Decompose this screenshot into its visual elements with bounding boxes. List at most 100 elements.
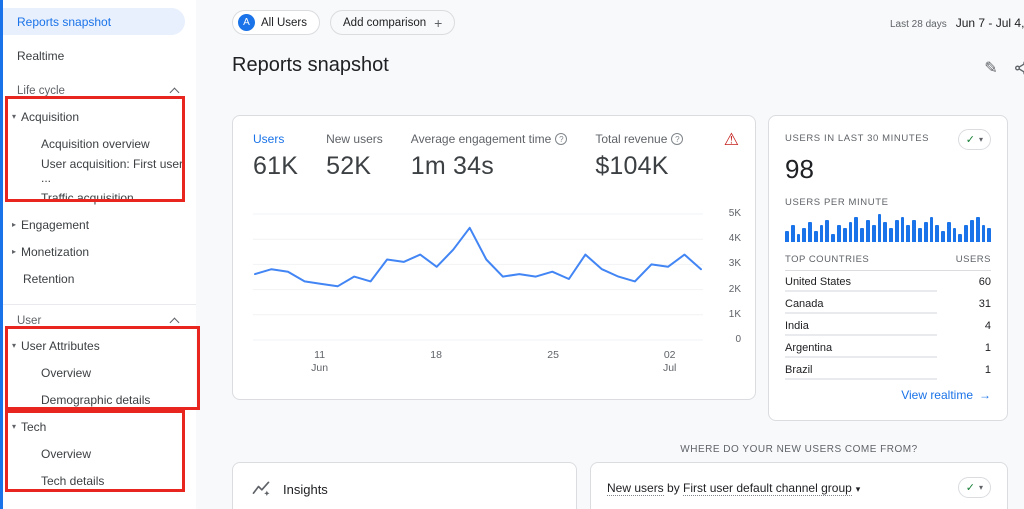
country-users: 60	[979, 276, 991, 288]
main-content: A All Users Add comparison + Last 28 day…	[196, 0, 1024, 509]
data-quality-warning-icon[interactable]: ⚠	[724, 130, 739, 150]
section-label: User	[17, 315, 41, 327]
report-dimension-selector: New users by First user default channel …	[607, 481, 860, 495]
insights-card[interactable]: Insights	[232, 462, 577, 509]
metric-tab-new-users[interactable]: New users 52K	[326, 132, 383, 181]
per-minute-bar	[878, 214, 882, 242]
sidebar-item-tech[interactable]: ▾ Tech	[3, 413, 196, 440]
sidebar-section-user[interactable]: User	[3, 304, 196, 332]
country-users: 4	[985, 320, 991, 332]
date-range-picker[interactable]: Last 28 days Jun 7 - Jul 4, 20	[890, 16, 1024, 30]
per-minute-bar	[814, 231, 818, 242]
sidebar-item-monetization[interactable]: ▸ Monetization	[3, 238, 196, 265]
sidebar-item-demographic-details[interactable]: Demographic details	[3, 386, 196, 413]
caret-down-icon: ▾	[979, 135, 983, 144]
country-name: India	[785, 320, 809, 332]
users-line-chart	[253, 211, 703, 343]
sidebar-item-engagement[interactable]: ▸ Engagement	[3, 211, 196, 238]
country-users: 1	[985, 364, 991, 376]
sidebar-item-tech-overview[interactable]: Overview	[3, 440, 196, 467]
data-freshness-dropdown[interactable]: ✓ ▾	[958, 477, 991, 498]
metric-value: 1m 34s	[411, 152, 568, 181]
plus-icon: +	[434, 15, 442, 31]
collapsed-arrow-icon[interactable]: ▸	[7, 220, 21, 229]
view-realtime-label: View realtime	[901, 388, 973, 402]
country-name: Canada	[785, 298, 824, 310]
x-tick-label: 02Jul	[655, 349, 685, 375]
page-title: Reports snapshot	[232, 54, 389, 77]
info-icon[interactable]: ?	[671, 133, 683, 145]
per-minute-bar	[820, 225, 824, 242]
country-name: Argentina	[785, 342, 832, 354]
metric-tab-total-revenue[interactable]: Total revenue ? $104K	[595, 132, 683, 181]
users-column-header: USERS	[956, 254, 991, 265]
view-realtime-link[interactable]: View realtime →	[785, 388, 991, 402]
country-row: Brazil 1	[785, 359, 991, 381]
y-tick-label: 0	[735, 334, 741, 345]
metric-label: Average engagement time	[411, 132, 552, 146]
sidebar-item-tech-details[interactable]: Tech details	[3, 467, 196, 494]
sidebar-item-realtime[interactable]: Realtime	[3, 42, 196, 69]
all-users-chip[interactable]: A All Users	[232, 10, 320, 35]
info-icon[interactable]: ?	[555, 133, 567, 145]
data-freshness-dropdown[interactable]: ✓ ▾	[958, 129, 991, 150]
date-range-value: Jun 7 - Jul 4, 20	[956, 16, 1024, 30]
sidebar-item-reports-snapshot[interactable]: Reports snapshot	[3, 8, 185, 35]
sidebar-item-retention[interactable]: Retention	[3, 265, 196, 292]
nav-label: Acquisition	[21, 110, 79, 124]
x-tick-label: 11Jun	[305, 349, 335, 375]
per-minute-bar	[906, 225, 910, 242]
sidebar-item-user-acquisition[interactable]: User acquisition: First user ...	[3, 157, 196, 184]
collapsed-arrow-icon[interactable]: ▸	[7, 247, 21, 256]
sidebar-item-acquisition[interactable]: ▾ Acquisition	[3, 103, 196, 130]
metric-label: New users	[326, 132, 383, 146]
per-minute-bar	[797, 234, 801, 242]
caret-down-icon: ▾	[979, 483, 983, 492]
metric-tab-users[interactable]: Users 61K	[253, 132, 298, 181]
y-axis-labels: 5K4K3K2K1K0	[713, 211, 749, 343]
sidebar-item-user-attributes[interactable]: ▾ User Attributes	[3, 332, 196, 359]
sidebar-item-user-attributes-overview[interactable]: Overview	[3, 359, 196, 386]
metric-value: $104K	[595, 152, 683, 181]
per-minute-bar	[970, 220, 974, 242]
expand-arrow-icon[interactable]: ▾	[7, 112, 21, 121]
share-button[interactable]	[1010, 56, 1024, 80]
sidebar-item-traffic-acquisition[interactable]: Traffic acquisition	[3, 184, 196, 211]
customize-report-button[interactable]: ✎	[979, 56, 1003, 80]
add-comparison-chip[interactable]: Add comparison +	[330, 10, 455, 35]
overview-metrics-card: Users 61K New users 52K Average engageme…	[232, 115, 756, 400]
y-tick-label: 1K	[729, 309, 741, 320]
chevron-up-icon	[170, 317, 180, 327]
country-row: Argentina 1	[785, 337, 991, 359]
per-minute-bar	[860, 228, 864, 242]
caret-down-icon[interactable]: ▾	[856, 484, 861, 494]
per-minute-bar	[895, 220, 899, 242]
metric-tab-avg-engagement-time[interactable]: Average engagement time ? 1m 34s	[411, 132, 568, 181]
country-row: India 4	[785, 315, 991, 337]
per-minute-bar	[924, 222, 928, 242]
edit-icon: ✎	[984, 58, 997, 78]
per-minute-bar	[785, 231, 789, 242]
metric-value: 61K	[253, 152, 298, 181]
per-minute-bar	[843, 228, 847, 242]
check-circle-icon: ✓	[966, 133, 975, 146]
nav-label: Engagement	[21, 218, 89, 232]
country-users: 31	[979, 298, 991, 310]
per-minute-bar	[930, 217, 934, 242]
sidebar-section-life-cycle[interactable]: Life cycle	[3, 79, 196, 103]
countries-column-header: TOP COUNTRIES	[785, 254, 869, 265]
new-users-section-caption: WHERE DO YOUR NEW USERS COME FROM?	[590, 444, 1008, 455]
audience-chip-label: All Users	[261, 17, 307, 29]
arrow-right-icon: →	[979, 388, 991, 402]
expand-arrow-icon[interactable]: ▾	[7, 422, 21, 431]
country-name: United States	[785, 276, 851, 288]
sidebar-item-acquisition-overview[interactable]: Acquisition overview	[3, 130, 196, 157]
metric-value: 52K	[326, 152, 383, 181]
per-minute-bar	[808, 222, 812, 242]
x-tick-label: 25	[538, 349, 568, 362]
dimension-dropdown[interactable]: First user default channel group	[683, 481, 852, 496]
country-row: United States 60	[785, 271, 991, 293]
expand-arrow-icon[interactable]: ▾	[7, 341, 21, 350]
metric-dropdown[interactable]: New users	[607, 481, 664, 496]
metrics-row: Users 61K New users 52K Average engageme…	[233, 116, 755, 181]
